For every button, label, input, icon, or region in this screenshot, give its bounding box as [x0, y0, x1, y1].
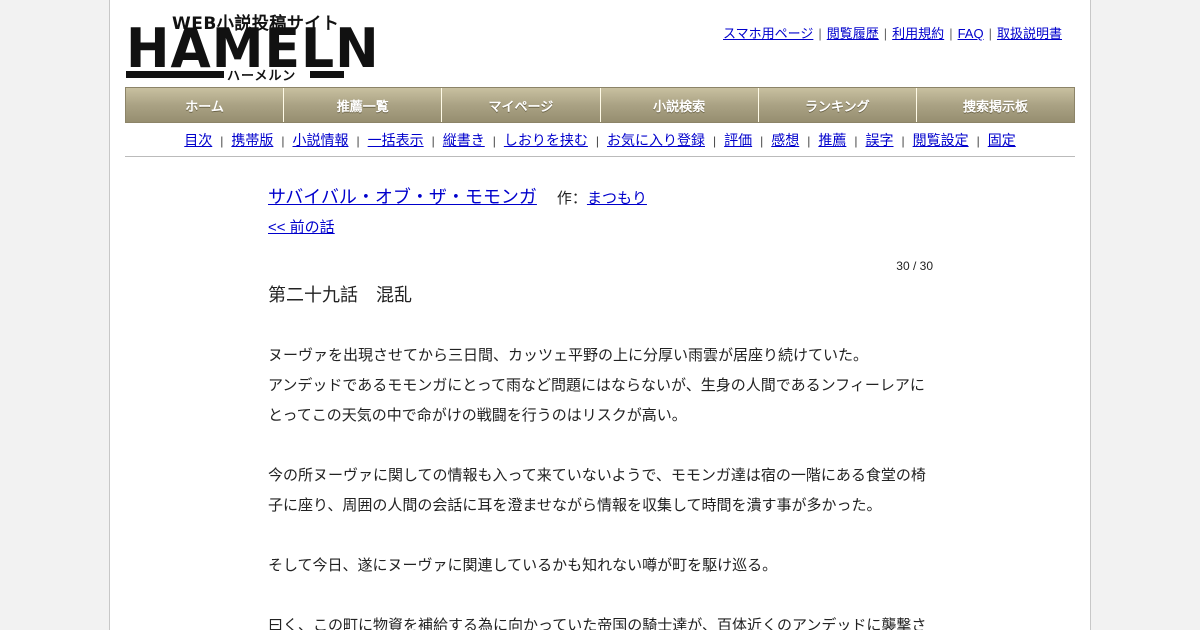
paragraph: アンデッドであるモモンガにとって雨など問題にはならないが、生身の人間であるンフィ… [268, 377, 925, 424]
smartphone-page-link[interactable]: スマホ用ページ [723, 26, 813, 41]
paragraph: そして今日、遂にヌーヴァに関連しているかも知れない噂が町を駆け巡る。 [268, 557, 778, 574]
chapter-title: 第二十九話 混乱 [268, 285, 412, 305]
separator: | [760, 134, 764, 148]
nav-novel-search[interactable]: 小説検索 [601, 88, 759, 122]
separator: | [818, 26, 822, 41]
separator: | [883, 26, 888, 41]
subnav-bookmark[interactable]: しおりを挟む [504, 132, 588, 148]
subnav-rating[interactable]: 評価 [724, 132, 752, 148]
sub-nav: 目次 | 携帯版 | 小説情報 | 一括表示 | 縦書き | しおりを挟む | お気に入り登録 | 評価 | 感… [125, 130, 1075, 157]
logo-bar-right [310, 71, 344, 78]
paragraph [268, 521, 933, 551]
hameln-logo[interactable]: WEB小説投稿サイト HAMELN ハーメルン [126, 10, 379, 84]
separator: | [431, 134, 435, 148]
logo-bar-left [126, 71, 224, 78]
separator: | [807, 134, 811, 148]
subnav-toc[interactable]: 目次 [184, 132, 212, 148]
title-line: サバイバル・オブ・ザ・モモンガ 作：まつもり [268, 183, 933, 213]
history-link[interactable]: 閲覧履歴 [827, 26, 879, 41]
novel-title-link[interactable]: サバイバル・オブ・ザ・モモンガ [268, 187, 537, 207]
subnav-typo[interactable]: 誤字 [866, 132, 894, 148]
separator: | [281, 134, 285, 148]
novel-content: サバイバル・オブ・ザ・モモンガ 作：まつもり << 前の話 30 / 30 第二十… [268, 183, 933, 630]
separator: | [492, 134, 496, 148]
page-container: WEB小説投稿サイト HAMELN ハーメルン スマホ用ページ | 閲覧履歴 | 利用規… [109, 0, 1091, 630]
subnav-pin[interactable]: 固定 [988, 132, 1016, 148]
prev-chapter-link[interactable]: << 前の話 [268, 219, 335, 236]
paragraph [268, 581, 933, 611]
nav-ranking[interactable]: ランキング [759, 88, 917, 122]
nav-recommendations[interactable]: 推薦一覧 [284, 88, 443, 122]
subnav-view-settings[interactable]: 閲覧設定 [913, 132, 969, 148]
separator: | [595, 134, 599, 148]
separator: | [356, 134, 360, 148]
subnav-recommend[interactable]: 推薦 [818, 132, 846, 148]
manual-link[interactable]: 取扱説明書 [997, 26, 1062, 41]
faq-link[interactable]: FAQ [958, 26, 984, 41]
author-link[interactable]: まつもり [587, 190, 647, 207]
logo-kana: ハーメルン [227, 69, 297, 84]
subnav-show-all[interactable]: 一括表示 [368, 132, 424, 148]
paragraph: 曰く、この町に物資を補給する為に向かっていた帝国の騎士達が、百体近くのアンデッド… [268, 617, 927, 630]
subnav-novel-info[interactable]: 小説情報 [293, 132, 349, 148]
separator: | [988, 26, 992, 41]
nav-home[interactable]: ホーム [126, 88, 285, 122]
top-links: スマホ用ページ | 閲覧履歴 | 利用規約 | FAQ | 取扱説明書 [723, 23, 1062, 42]
subnav-favorite[interactable]: お気に入り登録 [607, 132, 705, 148]
subnav-impressions[interactable]: 感想 [771, 132, 799, 148]
chapter-body: ヌーヴァを出現させてから三日間、カッツェ平野の上に分厚い雨雲が居座り続けていた。… [268, 341, 933, 630]
separator: | [220, 134, 224, 148]
separator: | [854, 134, 858, 148]
main-nav: ホーム 推薦一覧 マイページ 小説検索 ランキング 捜索掲示板 [125, 87, 1075, 123]
separator: | [713, 134, 717, 148]
separator: | [901, 134, 905, 148]
paragraph: ヌーヴァを出現させてから三日間、カッツェ平野の上に分厚い雨雲が居座り続けていた。 [268, 347, 869, 364]
paragraph [268, 431, 933, 461]
page-count: 30 / 30 [896, 259, 933, 273]
author-label: 作： [556, 190, 587, 207]
terms-link[interactable]: 利用規約 [892, 26, 944, 41]
separator: | [976, 134, 980, 148]
nav-mypage[interactable]: マイページ [442, 88, 601, 122]
paragraph: 今の所ヌーヴァに関しての情報も入って来ていないようで、モモンガ達は宿の一階にある… [268, 467, 926, 514]
prev-chapter: << 前の話 [268, 216, 933, 237]
nav-search-board[interactable]: 捜索掲示板 [917, 88, 1074, 122]
subnav-mobile[interactable]: 携帯版 [231, 132, 273, 148]
subnav-vertical[interactable]: 縦書き [443, 132, 485, 148]
separator: | [949, 26, 953, 41]
